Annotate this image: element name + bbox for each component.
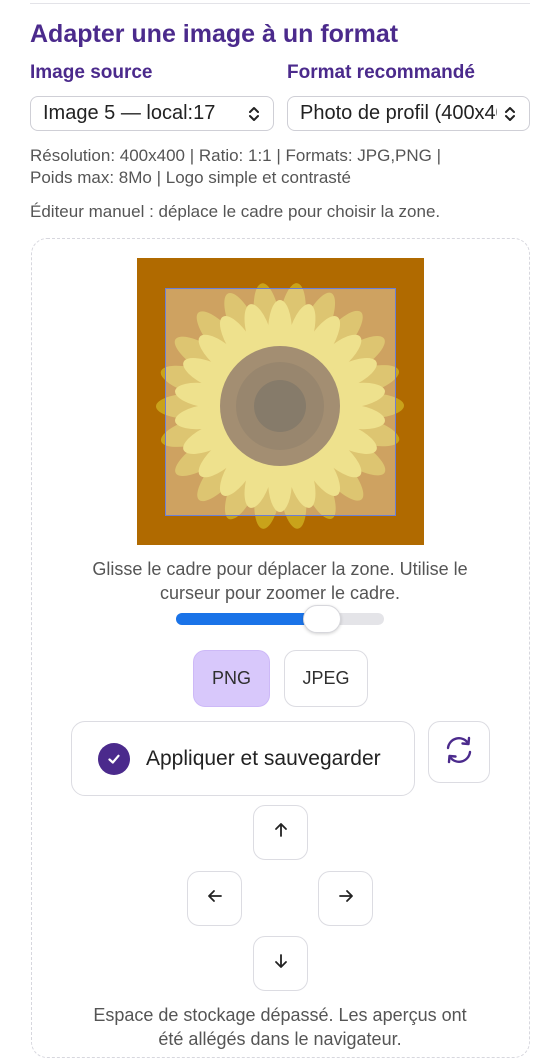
left-arrow-icon	[206, 887, 224, 910]
png-button[interactable]: PNG	[193, 650, 270, 707]
storage-warning-line: Espace de stockage dépassé. Les aperçus …	[93, 1005, 467, 1025]
format-info: Résolution: 400x400 | Ratio: 1:1 | Forma…	[30, 145, 535, 189]
crop-frame[interactable]	[165, 288, 396, 516]
check-icon	[98, 742, 130, 775]
refresh-icon	[442, 733, 476, 772]
drag-hint-line: curseur pour zoomer le cadre.	[159, 583, 401, 603]
move-down-button[interactable]	[253, 936, 308, 991]
move-left-button[interactable]	[187, 871, 242, 926]
chevron-up-down-icon	[503, 104, 517, 124]
move-right-button[interactable]	[318, 871, 373, 926]
source-label: Image source	[30, 62, 153, 83]
source-select-value: Image 5 — local:17	[43, 102, 216, 124]
editor-hint: Éditeur manuel : déplace le cadre pour c…	[30, 202, 441, 221]
format-info-line: Poids max: 8Mo | Logo simple et contrast…	[30, 168, 351, 187]
jpeg-button[interactable]: JPEG	[284, 650, 368, 707]
right-arrow-icon	[337, 887, 355, 910]
format-info-line: Résolution: 400x400 | Ratio: 1:1 | Forma…	[30, 146, 442, 165]
zoom-slider-fill	[176, 613, 322, 625]
source-select[interactable]: Image 5 — local:17	[30, 96, 274, 131]
drag-hint: Glisse le cadre pour déplacer la zone. U…	[40, 557, 520, 605]
format-select[interactable]: Photo de profil (400x400)	[287, 96, 530, 131]
chevron-up-down-icon	[247, 104, 261, 124]
drag-hint-line: Glisse le cadre pour déplacer la zone. U…	[92, 559, 468, 579]
format-select-value: Photo de profil (400x400)	[300, 102, 497, 124]
down-arrow-icon	[272, 952, 290, 975]
zoom-slider[interactable]	[176, 605, 384, 633]
format-label: Format recommandé	[287, 62, 475, 83]
zoom-slider-thumb[interactable]	[302, 605, 341, 633]
storage-warning-line: été allégés dans le navigateur.	[158, 1029, 402, 1049]
page-title: Adapter une image à un format	[30, 20, 399, 48]
apply-save-button[interactable]: Appliquer et sauvegarder	[71, 721, 415, 796]
top-divider	[30, 3, 530, 4]
up-arrow-icon	[272, 821, 290, 844]
apply-save-label: Appliquer et sauvegarder	[146, 746, 381, 770]
storage-warning: Espace de stockage dépassé. Les aperçus …	[40, 1003, 520, 1051]
refresh-button[interactable]	[428, 721, 490, 783]
move-up-button[interactable]	[253, 805, 308, 860]
